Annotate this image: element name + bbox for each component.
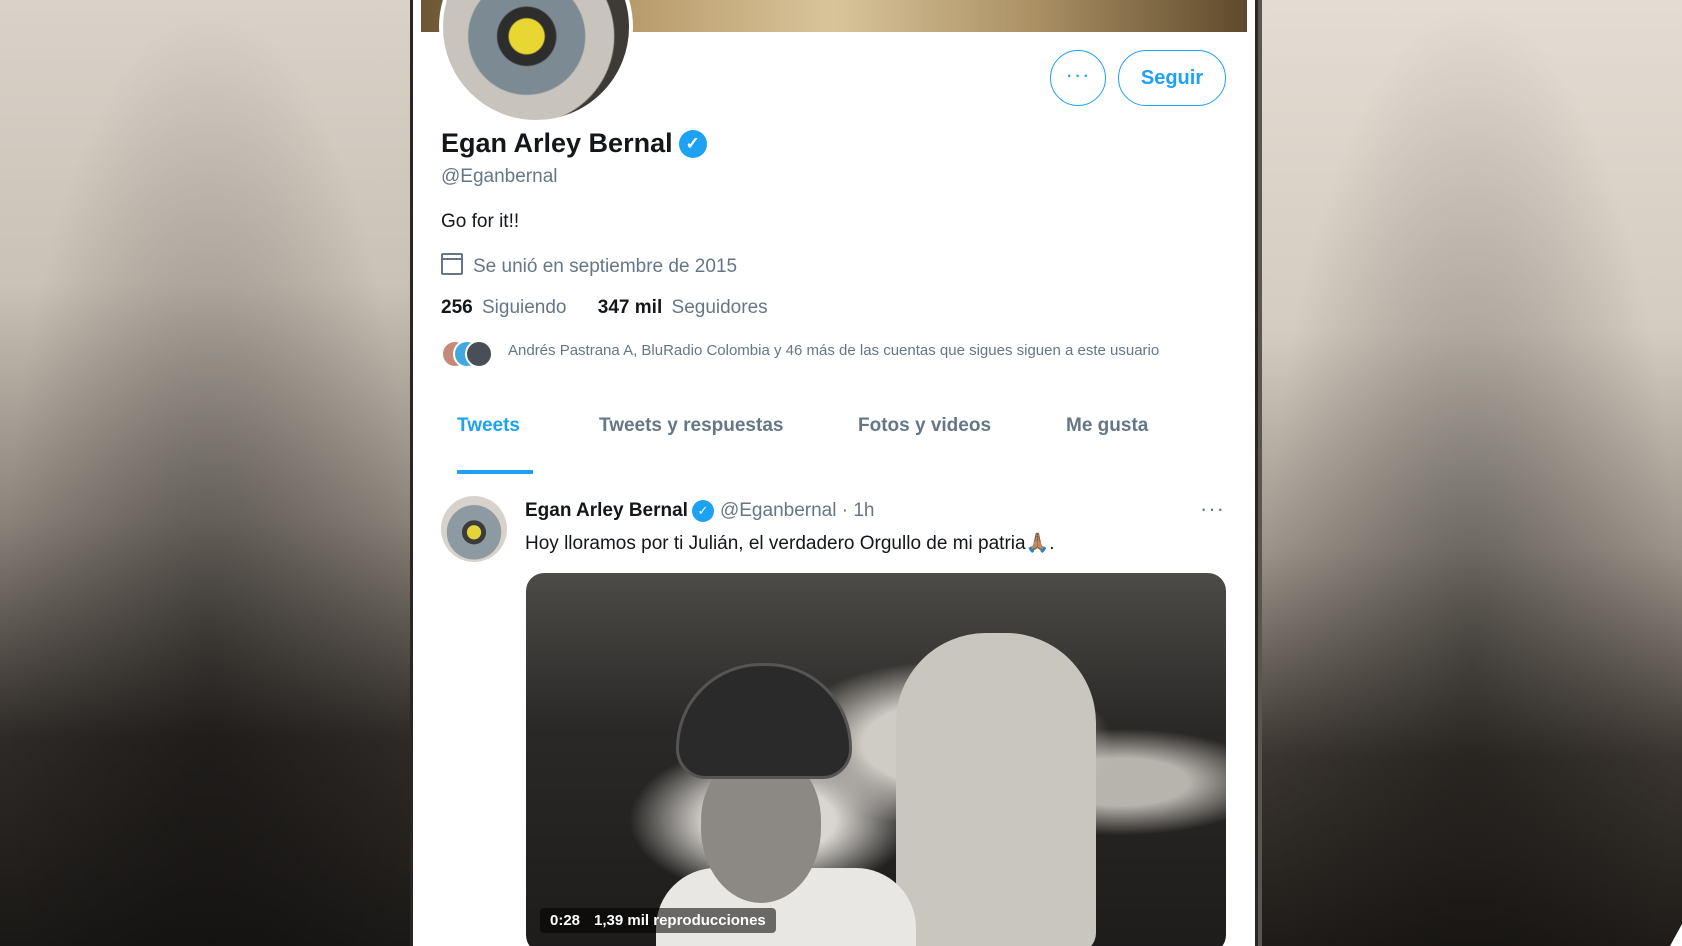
followers-link[interactable]: 347 mil Seguidores [598,297,768,319]
active-tab-indicator [457,470,533,474]
profile-avatar[interactable] [439,0,633,124]
following-label: Siguiendo [481,297,567,318]
mutual-followers-text[interactable]: Andrés Pastrana A, BluRadio Colombia y 4… [508,340,1228,362]
follow-button[interactable]: Seguir [1118,50,1226,106]
background-right [1262,0,1682,946]
video-meta: 0:28 1,39 mil reproducciones [540,908,776,933]
profile-handle: @Eganbernal [441,166,558,187]
tweet-time[interactable]: · 1h [842,500,875,521]
followers-label: Seguidores [671,297,768,318]
tab-tweets-replies[interactable]: Tweets y respuestas [599,415,783,437]
more-options-button[interactable]: ··· [1050,50,1106,106]
profile-stats: 256 Siguiendo 347 mil Seguidores [441,297,794,319]
video-duration: 0:28 [550,912,581,929]
tweet-author[interactable]: Egan Arley Bernal [525,500,688,521]
avatar [465,340,493,368]
tweet-avatar[interactable] [441,496,507,562]
followers-count: 347 mil [597,297,663,318]
tweet-more-icon[interactable]: ··· [1200,496,1225,522]
tweet-video[interactable]: 0:28 1,39 mil reproducciones [526,573,1226,946]
following-link[interactable]: 256 Siguiendo [441,297,567,319]
profile-name: Egan Arley Bernal ✓ [441,128,707,159]
tweet-header: Egan Arley Bernal ✓ @Eganbernal · 1h [525,500,874,522]
tab-media[interactable]: Fotos y videos [858,415,991,437]
background-left [0,0,420,946]
profile-tabs: Tweets Tweets y respuestas Fotos y video… [413,415,1255,475]
following-count: 256 [441,297,473,318]
verified-icon: ✓ [691,500,714,522]
profile-name-text: Egan Arley Bernal [441,128,673,158]
tweet-handle[interactable]: @Eganbernal [720,500,836,521]
profile-panel: ··· Seguir Egan Arley Bernal ✓ @Eganberna… [413,0,1255,946]
video-figure [676,663,852,779]
tab-tweets[interactable]: Tweets [457,415,520,437]
joined-text: Se unió en septiembre de 2015 [473,256,738,277]
verified-icon: ✓ [678,130,707,158]
profile-joined: Se unió en septiembre de 2015 [441,253,737,278]
video-views: 1,39 mil reproducciones [594,912,766,929]
cursor-icon [1670,924,1682,946]
video-figure [896,633,1096,946]
mutual-followers-avatars[interactable] [441,340,493,368]
profile-bio: Go for it!! [441,211,520,232]
tweet-text: Hoy lloramos por ti Julián, el verdadero… [525,533,1055,554]
calendar-icon [441,253,463,275]
tab-likes[interactable]: Me gusta [1066,415,1148,437]
